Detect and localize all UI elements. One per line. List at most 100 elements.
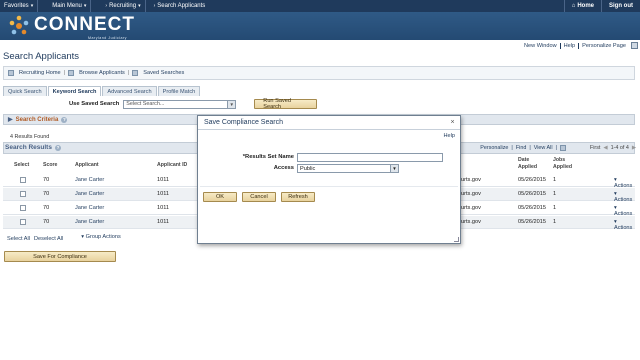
col-score[interactable]: Score: [43, 162, 57, 168]
dialog-title-label: Save Compliance Search: [204, 119, 283, 126]
row-select-checkbox[interactable]: [20, 219, 26, 225]
chevron-left-icon[interactable]: ◀: [603, 145, 607, 151]
col-applicant-id[interactable]: Applicant ID: [157, 162, 187, 168]
dialog-help-link[interactable]: Help: [443, 133, 455, 139]
home-icon: [8, 70, 14, 76]
jobs-cell: 1: [553, 205, 557, 211]
tab-advanced-search[interactable]: Advanced Search: [102, 86, 157, 96]
tab-quick-search[interactable]: Quick Search: [3, 86, 47, 96]
row-select-checkbox[interactable]: [20, 177, 26, 183]
resize-handle[interactable]: [454, 237, 459, 242]
run-saved-search-button[interactable]: Run Saved Search: [254, 98, 318, 110]
refresh-button[interactable]: Refresh: [281, 192, 315, 202]
breadcrumb-recruiting[interactable]: › Recruiting ▾: [91, 0, 146, 12]
search-criteria-title: Search Criteria: [15, 116, 59, 123]
row-select-checkbox[interactable]: [20, 205, 26, 211]
col-date-applied[interactable]: Date Applied: [518, 157, 546, 171]
download-icon[interactable]: [559, 145, 566, 151]
separator: |: [63, 70, 66, 76]
score-cell: 70: [43, 177, 50, 183]
personalize-page-link[interactable]: Personalize Page: [578, 42, 629, 49]
dialog-title[interactable]: Save Compliance Search: [198, 116, 460, 130]
tab-profile-match[interactable]: Profile Match: [157, 86, 201, 96]
select-all-link[interactable]: Select All: [7, 236, 30, 242]
brand-subtitle: Maryland Judiciary: [88, 36, 127, 40]
home-icon: ⌂: [571, 3, 576, 9]
chevron-down-icon: ▾: [30, 3, 34, 9]
access-select[interactable]: Public ▼: [297, 164, 399, 173]
results-set-name-input[interactable]: [297, 153, 443, 162]
score-cell: 70: [43, 191, 50, 197]
group-actions-menu[interactable]: ▾ Group Actions: [81, 234, 121, 242]
applicant-link[interactable]: Jane Carter: [75, 177, 104, 183]
page-range: 1-4 of 4: [610, 145, 629, 151]
save-compliance-dialog: Save Compliance Search × Help *Results S…: [197, 115, 461, 244]
applicant-link[interactable]: Jane Carter: [75, 205, 104, 211]
find-link[interactable]: Find: [516, 145, 527, 151]
score-cell: 70: [43, 205, 50, 211]
signout-link[interactable]: Sign out: [601, 0, 640, 12]
search-tabs: Quick Search Keyword Search Advanced Sea…: [3, 86, 201, 96]
chevron-down-icon: ▼: [227, 100, 236, 108]
email-cell: urts.gov: [461, 219, 481, 225]
applicant-id-cell: 1011: [157, 205, 170, 211]
saved-search-select[interactable]: Select Search... ▼: [123, 99, 237, 109]
chevron-down-icon: ▾: [83, 3, 87, 9]
saved-searches-icon: [132, 70, 139, 76]
row-select-checkbox[interactable]: [20, 191, 26, 197]
applicant-id-cell: 1011: [157, 177, 170, 183]
help-icon[interactable]: ?: [61, 116, 68, 123]
first-link[interactable]: First: [590, 145, 600, 151]
jobs-cell: 1: [553, 191, 557, 197]
saved-searches-link[interactable]: Saved Searches: [143, 70, 184, 76]
separator: |: [555, 145, 557, 151]
view-all-link[interactable]: View All: [534, 145, 553, 151]
chevron-right-icon: ›: [153, 3, 156, 9]
top-nav-bar: Favorites ▾ Main Menu ▾ › Recruiting ▾ › Sear…: [0, 0, 640, 12]
saved-search-row: Use Saved Search Select Search... ▼ Run …: [69, 98, 318, 110]
page-options-icon[interactable]: [631, 42, 638, 49]
results-title-label: Search Results: [5, 144, 52, 151]
help-link[interactable]: Help: [559, 42, 579, 49]
email-cell: urts.gov: [461, 191, 481, 197]
deselect-all-link[interactable]: Deselect All: [34, 236, 63, 242]
chevron-right-icon[interactable]: ▶: [632, 145, 636, 151]
breadcrumb-search-applicants[interactable]: › Search Applicants: [146, 0, 210, 12]
dialog-buttons: OK Cancel Refresh: [203, 192, 315, 202]
actions-menu[interactable]: ▾ Actions: [614, 219, 635, 231]
browse-applicants-link[interactable]: Browse Applicants: [79, 70, 125, 76]
email-cell: urts.gov: [461, 177, 481, 183]
search-icon: [68, 70, 75, 76]
home-link[interactable]: ⌂ Home: [563, 0, 601, 12]
close-icon[interactable]: ×: [449, 119, 456, 126]
tab-keyword-search[interactable]: Keyword Search: [47, 86, 102, 96]
help-icon[interactable]: ?: [54, 144, 61, 151]
main-menu[interactable]: Main Menu ▾: [38, 0, 92, 12]
new-window-link[interactable]: New Window: [521, 43, 560, 49]
signout-label: Sign out: [609, 3, 633, 9]
results-count: 4 Results Found: [10, 134, 50, 140]
favorites-label: Favorites: [4, 3, 29, 9]
main-menu-label: Main Menu: [52, 3, 82, 9]
access-label: Access: [273, 165, 294, 171]
breadcrumb-recruiting-label: Recruiting: [109, 3, 137, 9]
col-applicant[interactable]: Applicant: [75, 162, 99, 168]
favorites-menu[interactable]: Favorites ▾: [0, 0, 39, 12]
applicant-link[interactable]: Jane Carter: [75, 219, 104, 225]
applicant-link[interactable]: Jane Carter: [75, 191, 104, 197]
ok-button[interactable]: OK: [203, 192, 237, 202]
cancel-button[interactable]: Cancel: [242, 192, 276, 202]
separator: |: [127, 70, 130, 76]
chevron-right-icon: ›: [105, 3, 108, 9]
breadcrumb-search-applicants-label: Search Applicants: [157, 3, 206, 9]
recruiting-home-link[interactable]: Recruiting Home: [19, 70, 61, 76]
col-jobs-applied[interactable]: Jobs Applied: [553, 157, 581, 171]
score-cell: 70: [43, 219, 50, 225]
date-cell: 05/26/2015: [518, 219, 546, 225]
saved-search-label: Use Saved Search: [69, 101, 120, 107]
personalize-link[interactable]: Personalize: [480, 145, 508, 151]
save-for-compliance-button[interactable]: Save For Compliance: [4, 251, 116, 262]
top-links: New Window Help Personalize Page: [521, 42, 638, 49]
access-value: Public: [300, 165, 316, 172]
saved-search-value: Select Search...: [126, 101, 165, 107]
